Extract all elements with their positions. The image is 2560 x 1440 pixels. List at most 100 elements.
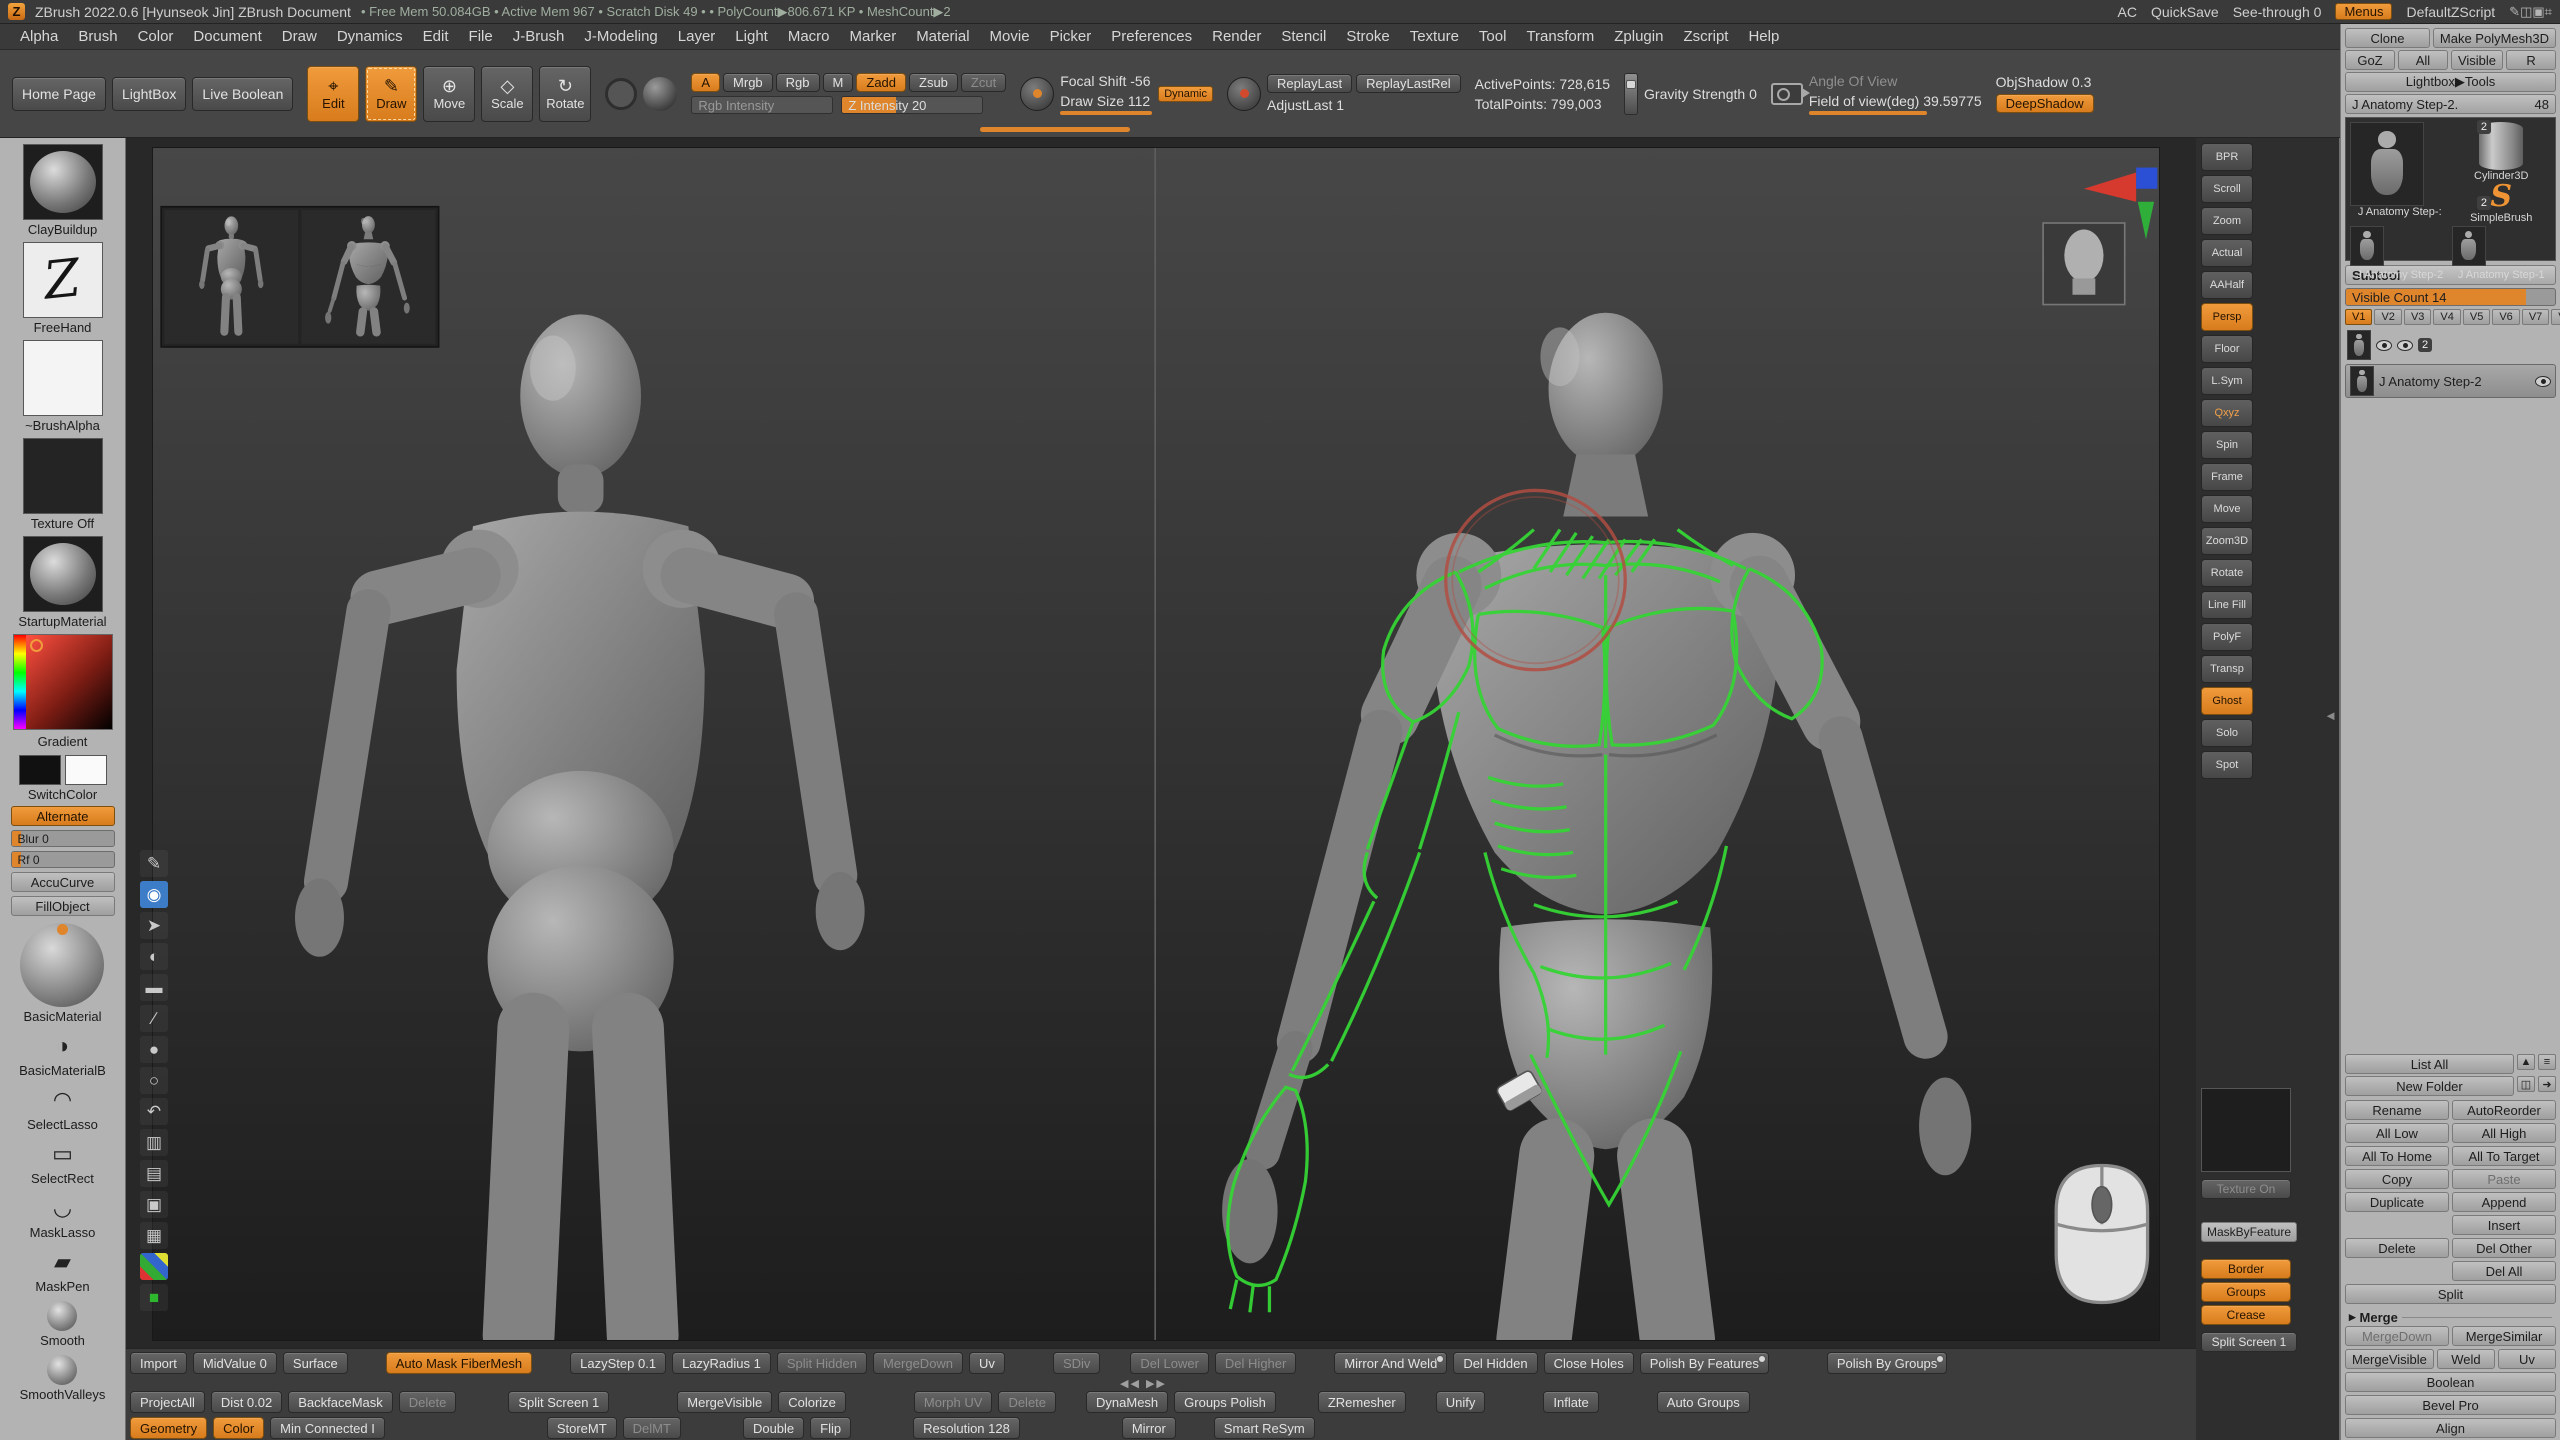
bottom-button[interactable]: Close Holes	[1544, 1352, 1634, 1374]
quickbar-icon[interactable]: ◉	[140, 881, 168, 908]
quickbar-icon[interactable]: ↶	[140, 1098, 168, 1125]
bottom-button[interactable]: Split Screen 1	[508, 1391, 609, 1413]
bottom-button[interactable]: Delete	[399, 1391, 457, 1413]
version-tab[interactable]: V8	[2551, 309, 2560, 325]
crease-button[interactable]: Crease	[2201, 1305, 2291, 1325]
subtool-action-button[interactable]: All Low	[2345, 1123, 2449, 1143]
bottom-button[interactable]: Unify	[1436, 1391, 1486, 1413]
new-folder-button[interactable]: New Folder	[2345, 1076, 2514, 1096]
subtool-list-icon[interactable]: ≡	[2538, 1054, 2556, 1070]
subtool-action-button[interactable]: AutoReorder	[2452, 1100, 2556, 1120]
visible-count-slider[interactable]: Visible Count 14	[2345, 288, 2556, 306]
version-tab[interactable]: V4	[2433, 309, 2460, 325]
right-strip-button[interactable]: Zoom3D	[2201, 527, 2253, 555]
version-tab[interactable]: V7	[2522, 309, 2549, 325]
quickbar-icon[interactable]: ➤	[140, 912, 168, 939]
focal-shift-knob-icon[interactable]	[1020, 77, 1054, 111]
menu-item[interactable]: J-Brush	[503, 28, 575, 45]
goz-visible-button[interactable]: Visible	[2451, 50, 2503, 70]
menu-item[interactable]: Light	[725, 28, 778, 45]
simplebrush-thumbnail[interactable]: S	[2452, 182, 2552, 212]
right-strip-button[interactable]: Transp	[2201, 655, 2253, 683]
bottom-button[interactable]: SDiv	[1053, 1352, 1100, 1374]
version-tab[interactable]: V6	[2492, 309, 2519, 325]
menu-item[interactable]: Stencil	[1271, 28, 1336, 45]
menu-item[interactable]: Zscript	[1673, 28, 1738, 45]
draw-button[interactable]: ✎ Draw	[365, 66, 417, 122]
bottom-button[interactable]: Resolution 128	[913, 1417, 1020, 1439]
subtool-action-button[interactable]: Insert	[2452, 1215, 2556, 1235]
eye-icon[interactable]	[2376, 340, 2392, 351]
menu-item[interactable]: J-Modeling	[574, 28, 667, 45]
tray-slot[interactable]: StartupMaterial	[18, 536, 106, 629]
bottom-button[interactable]: DynaMesh	[1086, 1391, 1168, 1413]
merge-action-button[interactable]: MergeVisible	[2345, 1349, 2434, 1369]
zbrush-document[interactable]	[153, 148, 2159, 1340]
move-button[interactable]: ⊕ Move	[423, 66, 475, 122]
bottom-button[interactable]: Morph UV	[914, 1391, 993, 1413]
bottom-button[interactable]: Import	[130, 1352, 187, 1374]
clone-button[interactable]: Clone	[2345, 28, 2430, 48]
tray-tool[interactable]: BasicMaterial	[20, 923, 104, 1024]
replay-last-rel-button[interactable]: ReplayLastRel	[1356, 74, 1461, 93]
obj-shadow-slider[interactable]: ObjShadow 0.3	[1996, 74, 2092, 90]
saturation-value-area[interactable]	[26, 635, 112, 729]
menu-item[interactable]: Macro	[778, 28, 840, 45]
menu-item[interactable]: File	[459, 28, 503, 45]
adjust-last-slider[interactable]: AdjustLast 1	[1267, 97, 1344, 113]
right-strip-button[interactable]: Persp	[2201, 303, 2253, 331]
camera-head-preview[interactable]	[2043, 223, 2125, 305]
bottom-button[interactable]: Smart ReSym	[1214, 1417, 1315, 1439]
goz-r-button[interactable]: R	[2506, 50, 2556, 70]
material-preview-sphere[interactable]	[643, 77, 677, 111]
bottom-button[interactable]: Split Hidden	[777, 1352, 867, 1374]
bottom-button[interactable]: Groups Polish	[1174, 1391, 1276, 1413]
bottom-button[interactable]: Double	[743, 1417, 804, 1439]
tray-tool[interactable]: ◠ SelectLasso	[27, 1085, 98, 1132]
bottom-button[interactable]: StoreMT	[547, 1417, 617, 1439]
bottom-button[interactable]: Delete	[998, 1391, 1056, 1413]
right-strip-button[interactable]: Frame	[2201, 463, 2253, 491]
subtool-action-button[interactable]: All High	[2452, 1123, 2556, 1143]
canvas-thumbnails[interactable]	[161, 207, 438, 347]
tool-wide-button[interactable]: Bevel Pro	[2345, 1395, 2556, 1415]
tool-thumb-step1[interactable]	[2452, 226, 2486, 266]
menu-item[interactable]: Draw	[272, 28, 327, 45]
menu-item[interactable]: Color	[128, 28, 184, 45]
version-tab[interactable]: V5	[2463, 309, 2490, 325]
rgb-intensity-slider[interactable]: Rgb Intensity	[691, 96, 833, 114]
titlebar-icon[interactable]: ⌗	[2545, 4, 2552, 19]
menu-item[interactable]: Document	[183, 28, 271, 45]
folder-arrow-icon[interactable]: ➜	[2538, 1076, 2556, 1092]
mrgb-button[interactable]: Mrgb	[723, 73, 773, 92]
rgb-button[interactable]: Rgb	[776, 73, 820, 92]
tray-slot[interactable]: FreeHand	[23, 242, 103, 335]
subtool-up-icon[interactable]: ▲	[2517, 1054, 2535, 1070]
quickbar-icon[interactable]: ▤	[140, 1160, 168, 1187]
eye-icon-2[interactable]	[2397, 340, 2413, 351]
right-strip-button[interactable]: Actual	[2201, 239, 2253, 267]
bottom-button[interactable]: Mirror And Weld	[1334, 1352, 1447, 1374]
right-strip-button[interactable]: Zoom	[2201, 207, 2253, 235]
main-color-chip[interactable]	[19, 755, 61, 785]
right-strip-button[interactable]: Rotate	[2201, 559, 2253, 587]
border-button[interactable]: Border	[2201, 1259, 2291, 1279]
tray-slot[interactable]: ClayBuildup	[23, 144, 103, 237]
bottom-button[interactable]: Polish By Groups	[1827, 1352, 1947, 1374]
alternate-button[interactable]: Alternate	[11, 806, 115, 826]
m-button[interactable]: M	[823, 73, 854, 92]
tray-slot[interactable]: Texture Off	[23, 438, 103, 531]
subtool-action-button[interactable]: Del All	[2452, 1261, 2556, 1281]
texture-on-button[interactable]: Texture On	[2201, 1179, 2291, 1199]
tool-wide-button[interactable]: Align	[2345, 1418, 2556, 1438]
titlebar-icon[interactable]: ▣	[2532, 4, 2544, 19]
bottom-button[interactable]: Min Connected I	[270, 1417, 385, 1439]
right-strip-button[interactable]: Solo	[2201, 719, 2253, 747]
rotate-button[interactable]: ↻ Rotate	[539, 66, 591, 122]
quickbar-icon[interactable]: ■	[140, 1284, 168, 1311]
bottom-button[interactable]: Color	[213, 1417, 264, 1439]
active-tool-thumbnail[interactable]	[2350, 122, 2424, 206]
blur-slider[interactable]: Blur 0	[11, 830, 115, 847]
quickbar-icon[interactable]: ▦	[140, 1222, 168, 1249]
bottom-button[interactable]: ProjectAll	[130, 1391, 205, 1413]
